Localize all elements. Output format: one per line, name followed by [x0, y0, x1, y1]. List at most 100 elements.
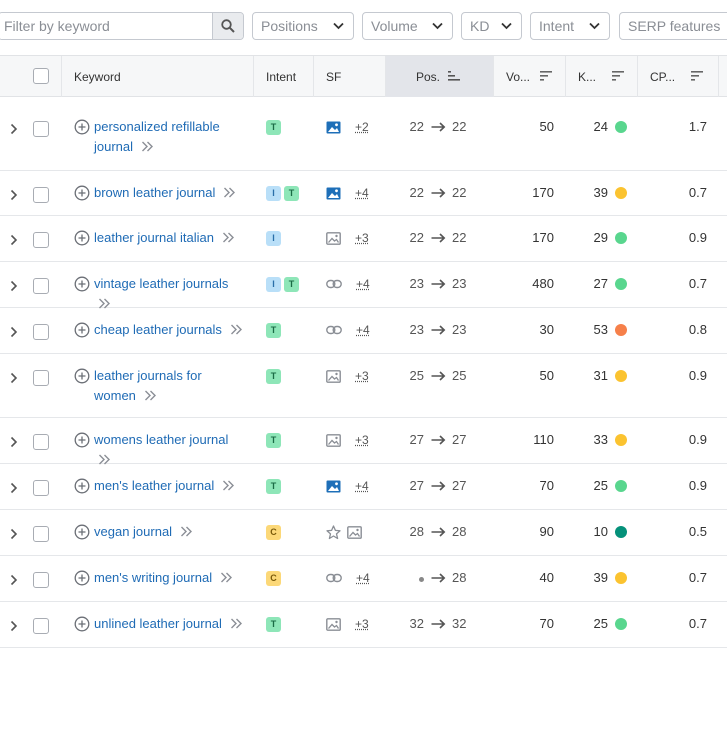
- positions-dropdown[interactable]: Positions: [252, 12, 354, 40]
- serp-features-dropdown[interactable]: SERP features: [619, 12, 727, 40]
- chevron-right-icon[interactable]: [9, 372, 19, 384]
- keyword-cell: leather journals for women: [74, 366, 244, 406]
- kd-indicator-dot: [615, 480, 627, 492]
- kd-dropdown[interactable]: KD: [461, 12, 522, 40]
- keyword-link[interactable]: personalized refillable journal: [74, 117, 244, 157]
- previous-position: 22: [398, 119, 424, 134]
- chevron-right-icon[interactable]: [9, 234, 19, 246]
- serp-features-cell: +3: [326, 230, 369, 246]
- column-keyword[interactable]: Keyword: [62, 56, 254, 97]
- position-cell: 25 25: [398, 368, 478, 383]
- row-checkbox[interactable]: [33, 121, 49, 137]
- add-to-list-icon[interactable]: [74, 570, 90, 586]
- column-position[interactable]: Pos.: [386, 56, 494, 97]
- row-checkbox[interactable]: [33, 526, 49, 542]
- serp-features-cell: +4: [326, 185, 369, 201]
- row-checkbox[interactable]: [33, 278, 49, 294]
- chevron-right-icon[interactable]: [9, 574, 19, 586]
- serp-features-more[interactable]: +4: [356, 571, 370, 585]
- image-outline-icon: [326, 370, 341, 383]
- chevron-right-icon[interactable]: [9, 436, 19, 448]
- select-all-checkbox[interactable]: [33, 68, 49, 84]
- serp-features-more[interactable]: +4: [355, 479, 369, 493]
- keyword-cell: men's leather journal: [74, 476, 244, 496]
- table-row: unlined leather journal T +3 32 32 70 25…: [0, 602, 727, 648]
- row-checkbox[interactable]: [33, 434, 49, 450]
- keyword-text: cheap leather journals: [94, 322, 222, 337]
- row-checkbox[interactable]: [33, 187, 49, 203]
- keyword-link[interactable]: leather journals for women: [74, 366, 244, 406]
- serp-features-more[interactable]: +4: [356, 323, 370, 337]
- chevron-down-icon: [333, 22, 344, 30]
- add-to-list-icon[interactable]: [74, 478, 90, 494]
- serp-features-more[interactable]: +4: [355, 186, 369, 200]
- search-button[interactable]: [212, 13, 243, 39]
- keyword-cell: brown leather journal: [74, 183, 244, 203]
- column-sf[interactable]: SF: [314, 56, 386, 97]
- table-row: men's writing journal C +4 28 40 39 0.7: [0, 556, 727, 602]
- double-chevron-right-icon[interactable]: [180, 526, 193, 537]
- volume-cell: 110: [494, 432, 554, 447]
- double-chevron-right-icon[interactable]: [222, 232, 235, 243]
- keyword-link[interactable]: leather journal italian: [74, 228, 244, 248]
- volume-dropdown[interactable]: Volume: [362, 12, 453, 40]
- add-to-list-icon[interactable]: [74, 368, 90, 384]
- add-to-list-icon[interactable]: [74, 524, 90, 540]
- intent-badge-i: I: [266, 186, 281, 201]
- keyword-link[interactable]: cheap leather journals: [74, 320, 244, 340]
- serp-features-more[interactable]: +3: [355, 231, 369, 245]
- double-chevron-right-icon[interactable]: [222, 480, 235, 491]
- current-position: 32: [452, 616, 466, 631]
- chevron-right-icon[interactable]: [9, 326, 19, 338]
- row-checkbox[interactable]: [33, 572, 49, 588]
- double-chevron-right-icon[interactable]: [230, 324, 243, 335]
- add-to-list-icon[interactable]: [74, 322, 90, 338]
- column-cpc-label: CP...: [650, 70, 675, 84]
- table-row: men's leather journal T +4 27 27 70 25 0…: [0, 464, 727, 510]
- row-checkbox[interactable]: [33, 324, 49, 340]
- chevron-right-icon[interactable]: [9, 280, 19, 292]
- chevron-right-icon[interactable]: [9, 620, 19, 632]
- double-chevron-right-icon[interactable]: [223, 187, 236, 198]
- double-chevron-right-icon[interactable]: [141, 141, 154, 152]
- chevron-right-icon[interactable]: [9, 189, 19, 201]
- column-cpc[interactable]: CP...: [638, 56, 719, 97]
- row-checkbox[interactable]: [33, 480, 49, 496]
- add-to-list-icon[interactable]: [74, 230, 90, 246]
- column-kd[interactable]: K...: [566, 56, 638, 97]
- add-to-list-icon[interactable]: [74, 616, 90, 632]
- double-chevron-right-icon[interactable]: [230, 618, 243, 629]
- keyword-link[interactable]: men's writing journal: [74, 568, 244, 588]
- serp-features-more[interactable]: +2: [355, 120, 369, 134]
- volume-cell: 50: [494, 119, 554, 134]
- cpc-cell: 1.7: [660, 119, 707, 134]
- add-to-list-icon[interactable]: [74, 119, 90, 135]
- intent-dropdown[interactable]: Intent: [530, 12, 610, 40]
- row-checkbox[interactable]: [33, 370, 49, 386]
- intent-cell: T: [266, 433, 284, 451]
- volume-cell: 170: [494, 185, 554, 200]
- add-to-list-icon[interactable]: [74, 185, 90, 201]
- double-chevron-right-icon[interactable]: [144, 390, 157, 401]
- keyword-filter-input[interactable]: [0, 13, 212, 39]
- row-checkbox[interactable]: [33, 618, 49, 634]
- kd-value: 53: [576, 322, 608, 337]
- keyword-link[interactable]: men's leather journal: [74, 476, 244, 496]
- serp-features-more[interactable]: +4: [356, 277, 370, 291]
- double-chevron-right-icon[interactable]: [220, 572, 233, 583]
- serp-features-more[interactable]: +3: [355, 617, 369, 631]
- add-to-list-icon[interactable]: [74, 276, 90, 292]
- serp-features-more[interactable]: +3: [355, 369, 369, 383]
- keyword-link[interactable]: unlined leather journal: [74, 614, 244, 634]
- keyword-link[interactable]: brown leather journal: [74, 183, 244, 203]
- add-to-list-icon[interactable]: [74, 432, 90, 448]
- keyword-cell: leather journal italian: [74, 228, 244, 248]
- chevron-right-icon[interactable]: [9, 528, 19, 540]
- column-intent[interactable]: Intent: [254, 56, 314, 97]
- chevron-right-icon[interactable]: [9, 123, 19, 135]
- keyword-link[interactable]: vegan journal: [74, 522, 244, 542]
- column-volume[interactable]: Vo...: [494, 56, 566, 97]
- row-checkbox[interactable]: [33, 232, 49, 248]
- serp-features-more[interactable]: +3: [355, 433, 369, 447]
- chevron-right-icon[interactable]: [9, 482, 19, 494]
